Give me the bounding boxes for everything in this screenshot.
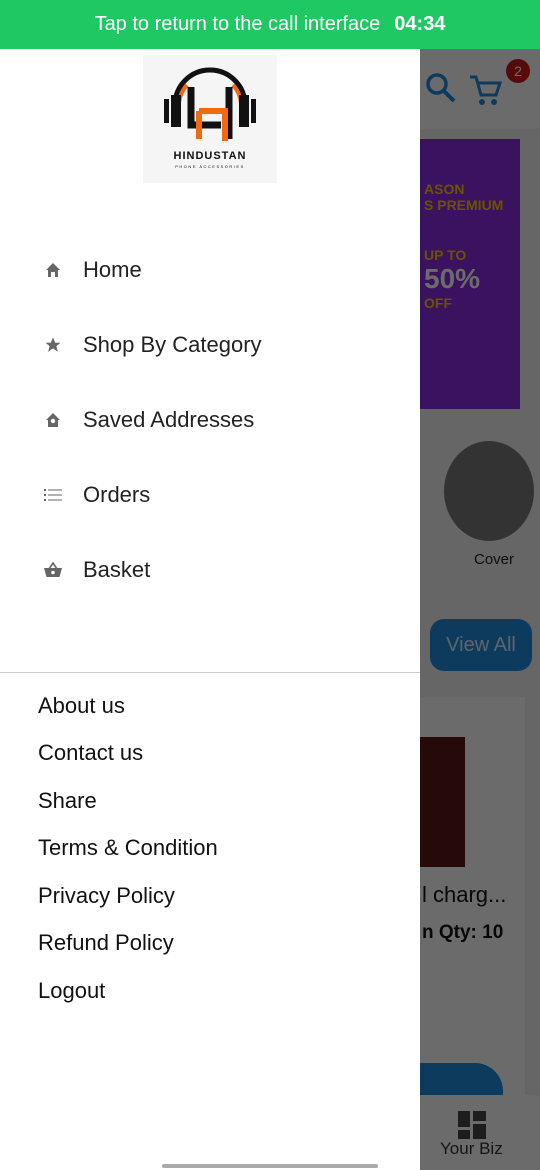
menu-item-saved-addresses[interactable]: Saved Addresses (0, 382, 420, 457)
menu-item-label: Basket (83, 556, 151, 582)
drawer-divider (0, 672, 420, 673)
list-icon (43, 485, 63, 505)
gesture-handle[interactable] (162, 1164, 378, 1168)
bottom-nav-your-biz[interactable]: Your Biz (420, 1095, 540, 1170)
category-label: Cover (474, 551, 515, 568)
product-image (420, 737, 465, 867)
banner-text: UP TO (424, 247, 467, 263)
star-icon (43, 335, 63, 355)
link-share[interactable]: Share (38, 777, 218, 825)
menu-item-label: Saved Addresses (83, 406, 255, 432)
navigation-drawer: HINDUSTAN PHONE ACCESSORIES Home Shop By… (0, 49, 420, 1170)
svg-text:PHONE ACCESSORIES: PHONE ACCESSORIES (175, 164, 245, 169)
banner-discount: 50% (424, 263, 481, 294)
menu-item-shop-by-category[interactable]: Shop By Category (0, 307, 420, 382)
basket-icon (43, 560, 63, 580)
search-icon[interactable] (424, 71, 456, 103)
link-contact-us[interactable]: Contact us (38, 730, 218, 778)
menu-item-label: Home (83, 256, 142, 282)
promo-banner[interactable]: ASON S PREMIUM UP TO 50% OFF (420, 139, 520, 409)
menu-item-label: Shop By Category (83, 331, 262, 357)
link-refund-policy[interactable]: Refund Policy (38, 920, 218, 968)
home-icon (43, 260, 63, 280)
banner-text: OFF (424, 295, 452, 311)
cart-icon[interactable] (468, 73, 502, 107)
menu-item-home[interactable]: Home (0, 232, 420, 307)
call-timer: 04:34 (394, 13, 446, 35)
brand-logo: HINDUSTAN PHONE ACCESSORIES (143, 55, 277, 183)
drawer-menu: Home Shop By Category Saved Addresses Or… (0, 232, 420, 607)
banner-text: S PREMIUM (424, 197, 504, 213)
location-home-icon (43, 410, 63, 430)
menu-item-label: Orders (83, 481, 151, 507)
product-min-qty: n Qty: 10 (422, 922, 504, 943)
menu-item-basket[interactable]: Basket (0, 532, 420, 607)
cart-badge: 2 (506, 59, 530, 83)
menu-item-orders[interactable]: Orders (0, 457, 420, 532)
bottom-nav-label: Your Biz (440, 1139, 503, 1158)
drawer-links: About us Contact us Share Terms & Condit… (38, 682, 218, 1015)
link-logout[interactable]: Logout (38, 967, 218, 1015)
view-all-button[interactable]: View All (430, 619, 532, 671)
category-cover-image[interactable] (444, 441, 534, 541)
link-about-us[interactable]: About us (38, 682, 218, 730)
svg-text:HINDUSTAN: HINDUSTAN (174, 150, 247, 162)
link-privacy-policy[interactable]: Privacy Policy (38, 872, 218, 920)
call-return-banner[interactable]: Tap to return to the call interface 04:3… (0, 0, 540, 49)
product-card[interactable]: l charg... n Qty: 10 (420, 697, 525, 1117)
call-return-text: Tap to return to the call interface (94, 13, 381, 35)
product-name: l charg... (422, 882, 507, 907)
link-terms[interactable]: Terms & Condition (38, 825, 218, 873)
dashboard-icon (458, 1111, 486, 1139)
banner-text: ASON (424, 181, 465, 197)
